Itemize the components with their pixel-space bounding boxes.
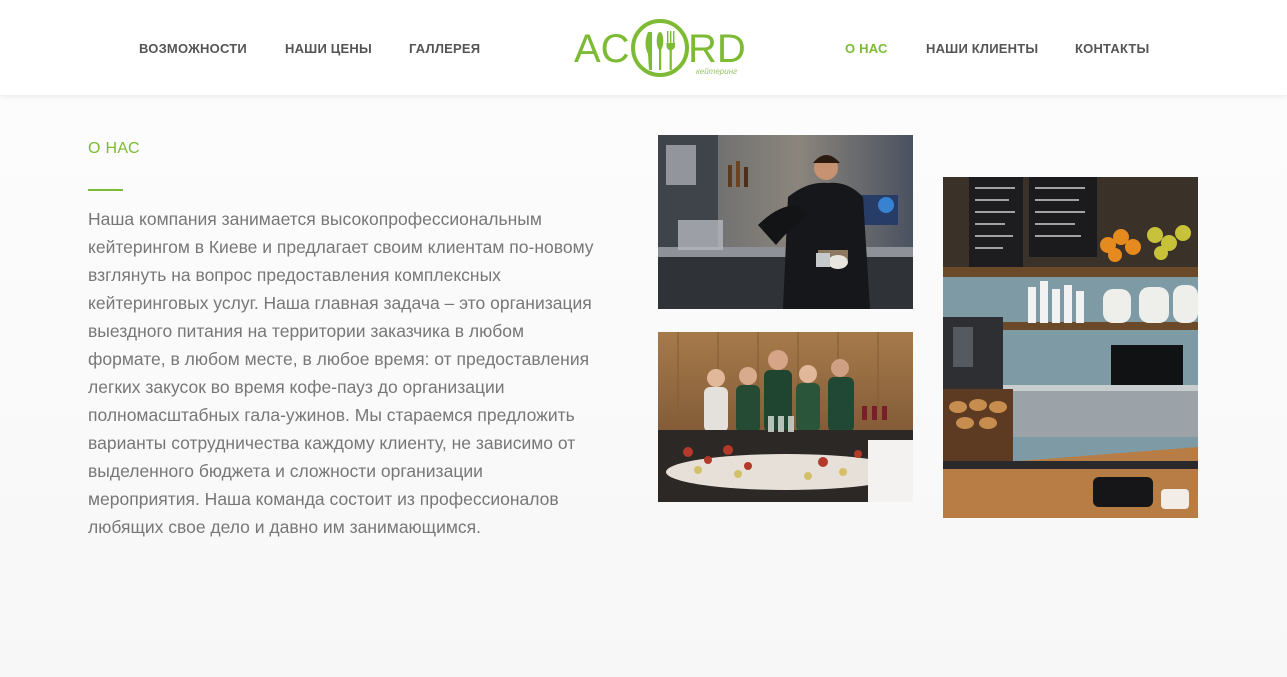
nav-item-about[interactable]: О НАС xyxy=(845,41,888,56)
barista-photo[interactable] xyxy=(658,135,913,309)
about-text: Наша компания занимается высокопрофессио… xyxy=(88,209,594,537)
nav-item-features[interactable]: ВОЗМОЖНОСТИ xyxy=(139,41,247,56)
acord-logo[interactable]: AC RD кейтеринг xyxy=(572,14,748,80)
svg-text:кейтеринг: кейтеринг xyxy=(696,67,737,76)
nav-item-contacts[interactable]: КОНТАКТЫ xyxy=(1075,41,1149,56)
section-title: О НАС xyxy=(88,140,140,157)
site-header: ВОЗМОЖНОСТИ НАШИ ЦЕНЫ ГАЛЛЕРЕЯ AC RD кей… xyxy=(0,0,1287,95)
nav-item-prices[interactable]: НАШИ ЦЕНЫ xyxy=(285,41,372,56)
svg-text:RD: RD xyxy=(688,27,746,71)
svg-text:AC: AC xyxy=(574,27,630,71)
nav-item-gallery[interactable]: ГАЛЛЕРЕЯ xyxy=(409,41,480,56)
cafe-counter-photo[interactable] xyxy=(943,177,1198,518)
team-photo[interactable] xyxy=(658,332,913,502)
title-divider xyxy=(88,189,123,191)
nav-item-clients[interactable]: НАШИ КЛИЕНТЫ xyxy=(926,41,1038,56)
